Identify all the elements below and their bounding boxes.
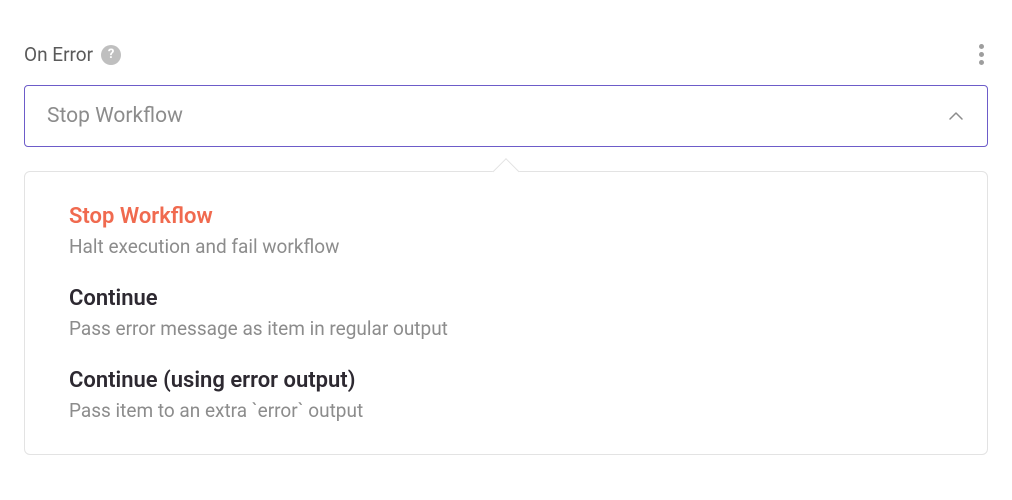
- option-title: Continue (using error output): [69, 368, 943, 393]
- option-desc: Pass item to an extra `error` output: [69, 399, 943, 422]
- option-continue[interactable]: Continue Pass error message as item in r…: [25, 272, 987, 354]
- option-title: Stop Workflow: [69, 204, 943, 229]
- on-error-dropdown: Stop Workflow Halt execution and fail wo…: [24, 171, 988, 455]
- kebab-menu-icon[interactable]: [975, 38, 988, 71]
- option-desc: Pass error message as item in regular ou…: [69, 317, 943, 340]
- field-label: On Error: [24, 43, 93, 66]
- option-title: Continue: [69, 286, 943, 311]
- label-group: On Error ?: [24, 43, 121, 66]
- selected-value: Stop Workflow: [47, 104, 947, 128]
- on-error-select[interactable]: Stop Workflow: [24, 85, 988, 147]
- field-header: On Error ?: [24, 38, 988, 71]
- chevron-up-icon: [947, 107, 965, 125]
- option-desc: Halt execution and fail workflow: [69, 235, 943, 258]
- option-continue-error-output[interactable]: Continue (using error output) Pass item …: [25, 354, 987, 436]
- help-icon[interactable]: ?: [101, 45, 121, 65]
- option-stop-workflow[interactable]: Stop Workflow Halt execution and fail wo…: [25, 190, 987, 272]
